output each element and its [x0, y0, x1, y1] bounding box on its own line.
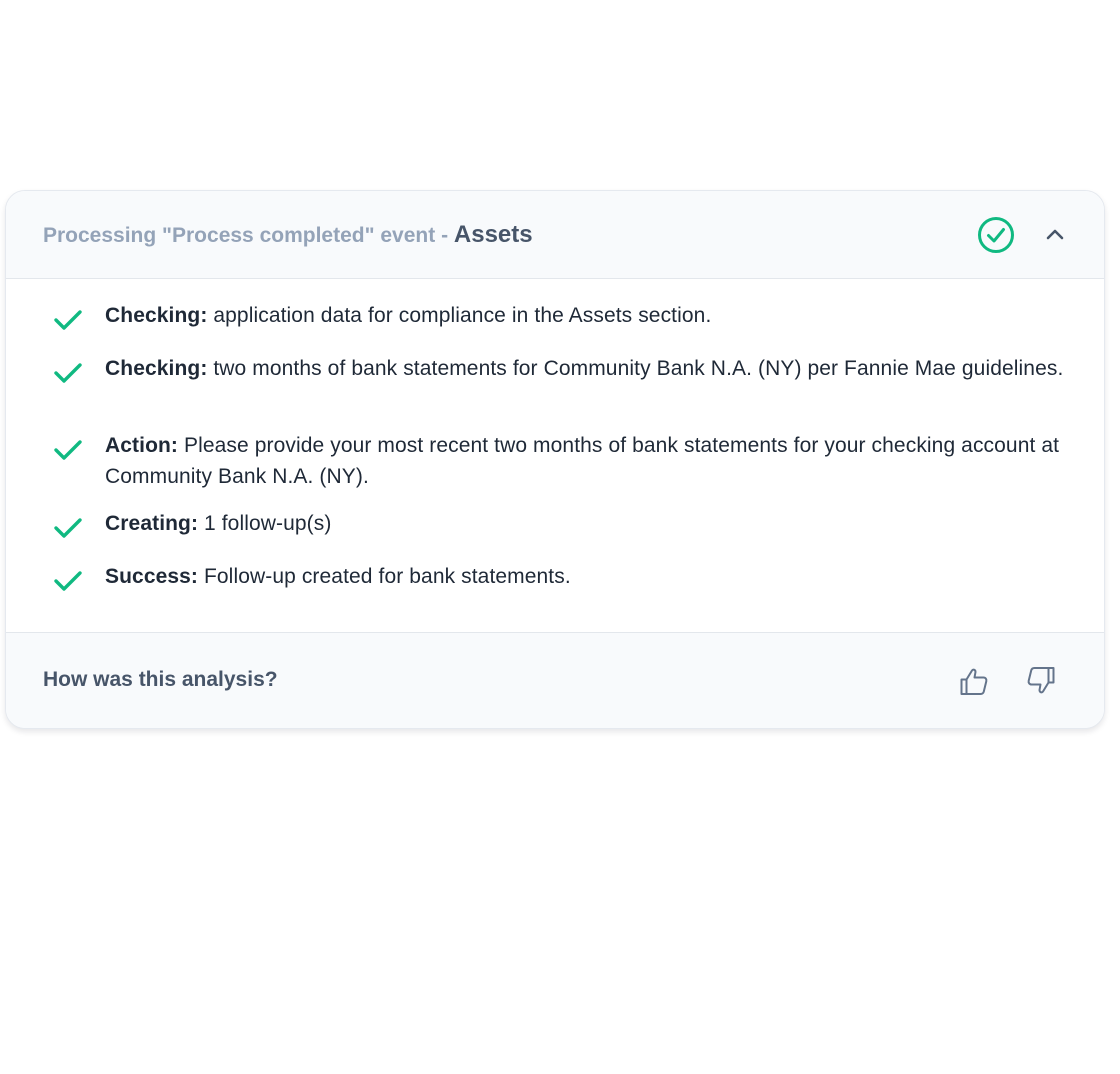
- card-header[interactable]: Processing "Process completed" event - A…: [6, 191, 1104, 279]
- checkmark-icon: [51, 358, 85, 388]
- step-text: Checking: application data for complianc…: [105, 300, 1065, 331]
- thumbs-up-icon: [960, 668, 988, 695]
- step-detail: two months of bank statements for Commun…: [207, 357, 1064, 380]
- step-text: Success: Follow-up created for bank stat…: [105, 561, 1065, 592]
- step-text: Creating: 1 follow-up(s): [105, 508, 1065, 539]
- thumbs-down-button[interactable]: [1021, 661, 1061, 701]
- checkmark-icon: [51, 435, 85, 465]
- card-title: Processing "Process completed" event - A…: [43, 219, 533, 254]
- step-label: Checking:: [105, 304, 208, 327]
- step-label: Checking:: [105, 357, 208, 380]
- check-circle-icon: [976, 215, 1016, 255]
- step-detail: 1 follow-up(s): [198, 512, 332, 535]
- chevron-up-icon: [1046, 229, 1064, 240]
- step-detail: Please provide your most recent two mont…: [105, 434, 1060, 488]
- section-name: Assets: [453, 221, 533, 248]
- step-detail: application data for compliance in the A…: [207, 304, 712, 327]
- step-label: Action:: [105, 434, 179, 457]
- feedback-question: How was this analysis?: [43, 668, 278, 691]
- checkmark-icon: [51, 305, 85, 335]
- event-prefix: Processing "Process completed" event -: [43, 224, 454, 247]
- step-detail: Follow-up created for bank statements.: [198, 565, 571, 588]
- feedback-footer: How was this analysis?: [6, 632, 1104, 728]
- analysis-card: Processing "Process completed" event - A…: [5, 190, 1105, 729]
- thumbs-up-button[interactable]: [954, 661, 994, 701]
- step-text: Action: Please provide your most recent …: [105, 430, 1065, 492]
- step-label: Creating:: [105, 512, 199, 535]
- checkmark-icon: [51, 566, 85, 596]
- thumbs-down-icon: [1027, 667, 1055, 694]
- collapse-button[interactable]: [1037, 217, 1073, 253]
- step-text: Checking: two months of bank statements …: [105, 353, 1065, 384]
- checkmark-icon: [51, 513, 85, 543]
- step-label: Success:: [105, 565, 199, 588]
